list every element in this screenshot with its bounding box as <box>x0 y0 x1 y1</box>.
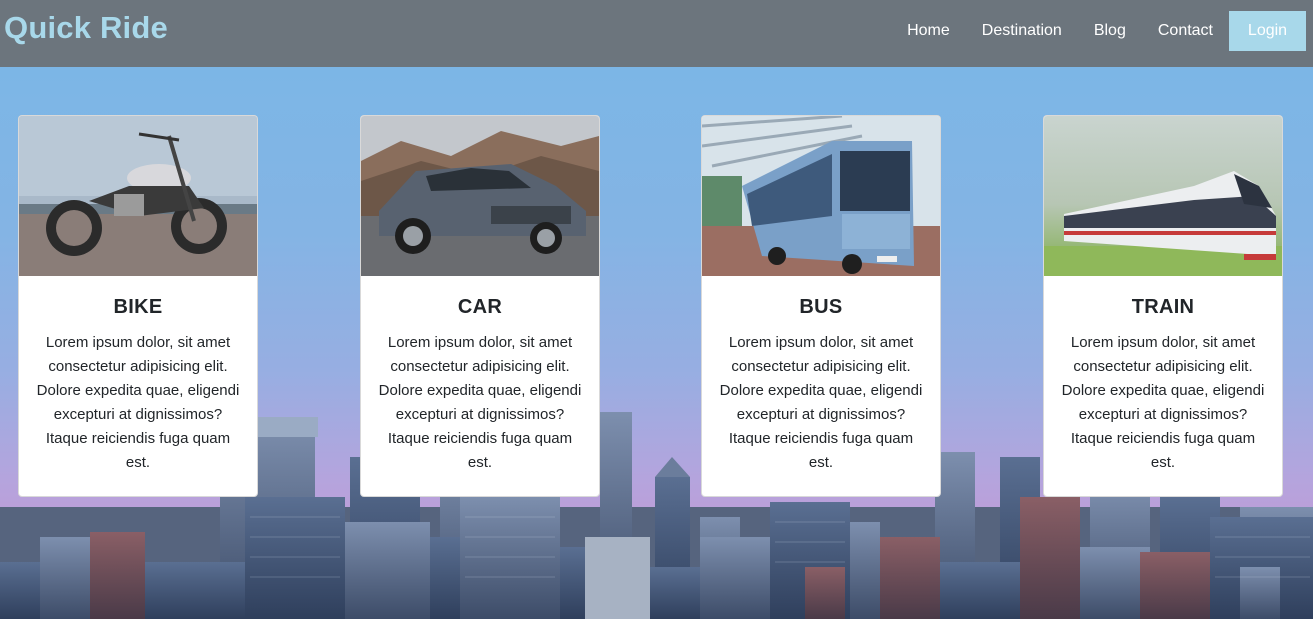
bus-image <box>702 116 940 276</box>
card-text: Lorem ipsum dolor, sit amet consectetur … <box>719 334 923 471</box>
card-bus: BUS Lorem ipsum dolor, sit amet consecte… <box>701 115 941 497</box>
card-title: TRAIN <box>1131 296 1195 318</box>
navbar: Quick Ride Home Destination Blog Contact… <box>0 0 1313 67</box>
card-title: BUS <box>799 296 843 318</box>
nav-links: Home Destination Blog Contact Login <box>891 11 1306 51</box>
card-train: TRAIN Lorem ipsum dolor, sit amet consec… <box>1043 115 1283 497</box>
nav-link-home[interactable]: Home <box>891 11 966 51</box>
bike-image <box>19 116 257 276</box>
train-image <box>1044 116 1282 276</box>
card-text: Lorem ipsum dolor, sit amet consectetur … <box>36 334 240 471</box>
nav-link-contact[interactable]: Contact <box>1142 11 1229 51</box>
nav-link-blog[interactable]: Blog <box>1078 11 1142 51</box>
card-title: CAR <box>457 296 503 318</box>
card-title: BIKE <box>113 296 163 318</box>
brand-logo[interactable]: Quick Ride <box>4 10 168 46</box>
card-text: Lorem ipsum dolor, sit amet consectetur … <box>1061 334 1265 471</box>
card-bike: BIKE Lorem ipsum dolor, sit amet consect… <box>18 115 258 497</box>
nav-link-destination[interactable]: Destination <box>966 11 1078 51</box>
card-car: CAR Lorem ipsum dolor, sit amet consecte… <box>360 115 600 497</box>
login-button[interactable]: Login <box>1229 11 1306 51</box>
car-image <box>361 116 599 276</box>
card-text: Lorem ipsum dolor, sit amet consectetur … <box>378 334 582 471</box>
